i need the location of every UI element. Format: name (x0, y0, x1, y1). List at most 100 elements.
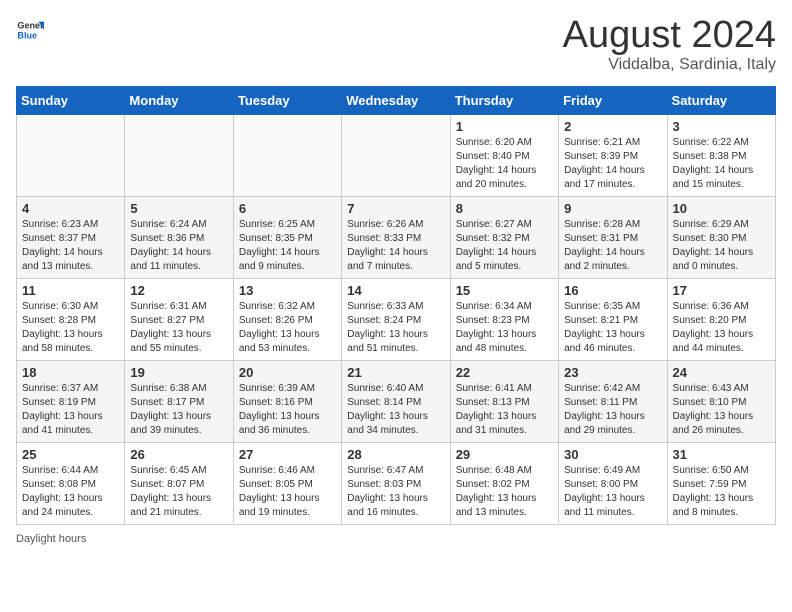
day-number: 25 (22, 447, 119, 462)
day-cell: 13 Sunrise: 6:32 AMSunset: 8:26 PMDayligh… (233, 279, 341, 361)
day-number: 8 (456, 201, 553, 216)
col-header-wednesday: Wednesday (342, 87, 450, 115)
day-cell: 30 Sunrise: 6:49 AMSunset: 8:00 PMDayligh… (559, 443, 667, 525)
week-row-3: 11 Sunrise: 6:30 AMSunset: 8:28 PMDayligh… (17, 279, 776, 361)
day-info: Sunrise: 6:29 AMSunset: 8:30 PMDaylight:… (673, 218, 770, 274)
day-number: 2 (564, 119, 661, 134)
day-number: 18 (22, 365, 119, 380)
calendar-subtitle: Viddalba, Sardinia, Italy (563, 56, 776, 74)
day-cell (233, 115, 341, 197)
logo-icon: General Blue (16, 16, 44, 44)
day-cell: 29 Sunrise: 6:48 AMSunset: 8:02 PMDayligh… (450, 443, 558, 525)
day-cell: 22Sunrise: 6:41 AMSunset: 8:13 PMDayligh… (450, 361, 558, 443)
day-cell: 2 Sunrise: 6:21 AMSunset: 8:39 PMDaylight… (559, 115, 667, 197)
day-info: Sunrise: 6:44 AMSunset: 8:08 PMDaylight:… (22, 464, 119, 520)
day-info: Sunrise: 6:26 AMSunset: 8:33 PMDaylight:… (347, 218, 444, 274)
day-info: Sunrise: 6:35 AMSunset: 8:21 PMDaylight:… (564, 300, 661, 356)
title-block: August 2024 Viddalba, Sardinia, Italy (563, 16, 776, 74)
day-info: Sunrise: 6:48 AMSunset: 8:02 PMDaylight:… (456, 464, 553, 520)
day-info: Sunrise: 6:45 AMSunset: 8:07 PMDaylight:… (130, 464, 227, 520)
daylight-label: Daylight hours (16, 533, 776, 545)
day-cell: 12 Sunrise: 6:31 AMSunset: 8:27 PMDayligh… (125, 279, 233, 361)
calendar-table: SundayMondayTuesdayWednesdayThursdayFrid… (16, 86, 776, 525)
day-number: 20 (239, 365, 336, 380)
day-cell: 18 Sunrise: 6:37 AMSunset: 8:19 PMDayligh… (17, 361, 125, 443)
day-number: 11 (22, 283, 119, 298)
day-number: 9 (564, 201, 661, 216)
day-info: Sunrise: 6:33 AMSunset: 8:24 PMDaylight:… (347, 300, 444, 356)
day-cell: 31 Sunrise: 6:50 AMSunset: 7:59 PMDayligh… (667, 443, 775, 525)
day-number: 31 (673, 447, 770, 462)
day-number: 10 (673, 201, 770, 216)
svg-text:Blue: Blue (17, 30, 37, 40)
day-info: Sunrise: 6:42 AMSunset: 8:11 PMDaylight:… (564, 382, 661, 438)
day-number: 28 (347, 447, 444, 462)
day-number: 15 (456, 283, 553, 298)
day-info: Sunrise: 6:25 AMSunset: 8:35 PMDaylight:… (239, 218, 336, 274)
col-header-thursday: Thursday (450, 87, 558, 115)
day-number: 19 (130, 365, 227, 380)
day-info: Sunrise: 6:30 AMSunset: 8:28 PMDaylight:… (22, 300, 119, 356)
day-info: Sunrise: 6:40 AMSunset: 8:14 PMDaylight:… (347, 382, 444, 438)
day-cell: 11 Sunrise: 6:30 AMSunset: 8:28 PMDayligh… (17, 279, 125, 361)
col-header-monday: Monday (125, 87, 233, 115)
day-number: 5 (130, 201, 227, 216)
day-info: Sunrise: 6:21 AMSunset: 8:39 PMDaylight:… (564, 136, 661, 192)
day-number: 4 (22, 201, 119, 216)
day-info: Sunrise: 6:39 AMSunset: 8:16 PMDaylight:… (239, 382, 336, 438)
day-cell: 15 Sunrise: 6:34 AMSunset: 8:23 PMDayligh… (450, 279, 558, 361)
day-cell: 17Sunrise: 6:36 AMSunset: 8:20 PMDayligh… (667, 279, 775, 361)
week-row-5: 25 Sunrise: 6:44 AMSunset: 8:08 PMDayligh… (17, 443, 776, 525)
day-info: Sunrise: 6:31 AMSunset: 8:27 PMDaylight:… (130, 300, 227, 356)
day-cell: 23 Sunrise: 6:42 AMSunset: 8:11 PMDayligh… (559, 361, 667, 443)
day-cell: 8 Sunrise: 6:27 AMSunset: 8:32 PMDaylight… (450, 197, 558, 279)
day-info: Sunrise: 6:20 AMSunset: 8:40 PMDaylight:… (456, 136, 553, 192)
day-info: Sunrise: 6:34 AMSunset: 8:23 PMDaylight:… (456, 300, 553, 356)
day-number: 29 (456, 447, 553, 462)
day-cell: 14 Sunrise: 6:33 AMSunset: 8:24 PMDayligh… (342, 279, 450, 361)
day-number: 1 (456, 119, 553, 134)
day-info: Sunrise: 6:27 AMSunset: 8:32 PMDaylight:… (456, 218, 553, 274)
week-row-4: 18 Sunrise: 6:37 AMSunset: 8:19 PMDayligh… (17, 361, 776, 443)
day-cell: 26 Sunrise: 6:45 AMSunset: 8:07 PMDayligh… (125, 443, 233, 525)
day-info: Sunrise: 6:22 AMSunset: 8:38 PMDaylight:… (673, 136, 770, 192)
day-info: Sunrise: 6:23 AMSunset: 8:37 PMDaylight:… (22, 218, 119, 274)
day-cell: 7Sunrise: 6:26 AMSunset: 8:33 PMDaylight… (342, 197, 450, 279)
day-number: 21 (347, 365, 444, 380)
day-number: 14 (347, 283, 444, 298)
col-header-friday: Friday (559, 87, 667, 115)
day-cell: 24 Sunrise: 6:43 AMSunset: 8:10 PMDayligh… (667, 361, 775, 443)
day-cell: 9 Sunrise: 6:28 AMSunset: 8:31 PMDaylight… (559, 197, 667, 279)
day-cell: 6 Sunrise: 6:25 AMSunset: 8:35 PMDaylight… (233, 197, 341, 279)
day-number: 24 (673, 365, 770, 380)
day-info: Sunrise: 6:28 AMSunset: 8:31 PMDaylight:… (564, 218, 661, 274)
day-cell: 16 Sunrise: 6:35 AMSunset: 8:21 PMDayligh… (559, 279, 667, 361)
day-cell: 20 Sunrise: 6:39 AMSunset: 8:16 PMDayligh… (233, 361, 341, 443)
day-info: Sunrise: 6:49 AMSunset: 8:00 PMDaylight:… (564, 464, 661, 520)
week-row-1: 1 Sunrise: 6:20 AMSunset: 8:40 PMDaylight… (17, 115, 776, 197)
day-info: Sunrise: 6:46 AMSunset: 8:05 PMDaylight:… (239, 464, 336, 520)
day-number: 26 (130, 447, 227, 462)
day-info: Sunrise: 6:43 AMSunset: 8:10 PMDaylight:… (673, 382, 770, 438)
day-number: 16 (564, 283, 661, 298)
day-info: Sunrise: 6:50 AMSunset: 7:59 PMDaylight:… (673, 464, 770, 520)
day-cell: 28Sunrise: 6:47 AMSunset: 8:03 PMDayligh… (342, 443, 450, 525)
day-number: 27 (239, 447, 336, 462)
day-number: 30 (564, 447, 661, 462)
day-cell: 1 Sunrise: 6:20 AMSunset: 8:40 PMDaylight… (450, 115, 558, 197)
day-number: 12 (130, 283, 227, 298)
col-header-sunday: Sunday (17, 87, 125, 115)
day-cell: 27 Sunrise: 6:46 AMSunset: 8:05 PMDayligh… (233, 443, 341, 525)
day-info: Sunrise: 6:32 AMSunset: 8:26 PMDaylight:… (239, 300, 336, 356)
day-info: Sunrise: 6:38 AMSunset: 8:17 PMDaylight:… (130, 382, 227, 438)
day-number: 13 (239, 283, 336, 298)
day-cell: 5Sunrise: 6:24 AMSunset: 8:36 PMDaylight… (125, 197, 233, 279)
day-number: 6 (239, 201, 336, 216)
day-cell: 25 Sunrise: 6:44 AMSunset: 8:08 PMDayligh… (17, 443, 125, 525)
day-number: 3 (673, 119, 770, 134)
day-number: 17 (673, 283, 770, 298)
day-info: Sunrise: 6:37 AMSunset: 8:19 PMDaylight:… (22, 382, 119, 438)
col-header-saturday: Saturday (667, 87, 775, 115)
day-cell: 3 Sunrise: 6:22 AMSunset: 8:38 PMDaylight… (667, 115, 775, 197)
day-number: 23 (564, 365, 661, 380)
